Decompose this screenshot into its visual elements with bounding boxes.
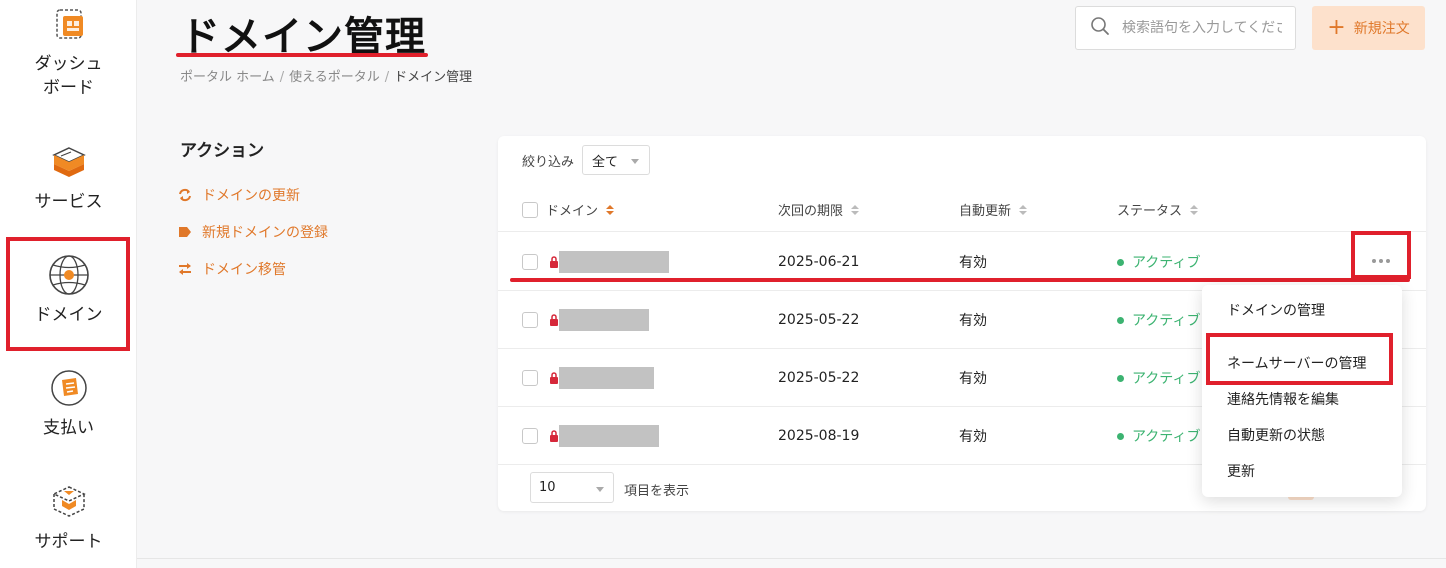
auto-renew-value: 有効 [959, 429, 987, 445]
actions-title: アクション [180, 141, 265, 161]
dashboard-icon [47, 2, 91, 46]
action-renew-domain[interactable]: ドメインの更新 [178, 185, 300, 205]
nav-label: 支払い [43, 418, 94, 438]
lock-icon [550, 314, 558, 326]
status-label: アクティブ [1132, 371, 1201, 387]
auto-renew-value: 有効 [959, 255, 987, 271]
status-badge: アクティブ [1117, 407, 1200, 465]
row-checkbox[interactable] [522, 254, 538, 270]
breadcrumb-home[interactable]: ポータル ホーム [180, 70, 275, 85]
auto-renew-value: 有効 [959, 371, 987, 387]
breadcrumb: ポータル ホーム / 使えるポータル / ドメイン管理 [180, 70, 473, 85]
sort-icon[interactable] [1190, 204, 1199, 215]
column-next-due-wrap: 次回の期限 [778, 200, 860, 219]
action-register-domain[interactable]: 新規ドメインの登録 [178, 222, 328, 242]
table-row[interactable]: 2025-06-21 有効 アクティブ [498, 233, 1426, 291]
status-dot-icon [1117, 432, 1124, 440]
action-transfer-domain[interactable]: ドメイン移管 [178, 259, 286, 279]
column-domain[interactable]: ドメイン [546, 200, 598, 219]
nav-label: サポート [34, 532, 103, 552]
nav-services[interactable]: サービス [0, 140, 137, 214]
status-badge: アクティブ [1117, 291, 1200, 349]
menu-item-renew[interactable]: 更新 [1227, 461, 1255, 481]
next-due-date: 2025-05-22 [778, 370, 860, 386]
lock-icon [550, 372, 558, 384]
action-label: ドメイン移管 [202, 262, 286, 278]
new-order-label: 新規注文 [1353, 21, 1410, 37]
table-header: ドメイン 次回の期限 自動更新 ステータス [498, 188, 1426, 232]
new-order-button[interactable]: + 新規注文 [1312, 6, 1425, 50]
next-due-date: 2025-05-22 [778, 312, 860, 328]
title-underline [176, 53, 428, 57]
highlight-box-domain-nav [6, 237, 130, 351]
sort-icon[interactable] [851, 204, 860, 215]
plus-icon: + [1327, 15, 1346, 40]
select-all-checkbox-wrap: ドメイン [522, 200, 615, 219]
column-next-due[interactable]: 次回の期限 [778, 200, 843, 219]
page-size-select[interactable]: 10 [530, 472, 614, 503]
status-dot-icon [1117, 316, 1124, 324]
refresh-icon [178, 188, 192, 202]
search-icon [1090, 16, 1110, 40]
menu-item-edit-contacts[interactable]: 連絡先情報を編集 [1227, 389, 1339, 409]
nav-billing[interactable]: 支払い [0, 366, 137, 440]
caret-down-icon [631, 159, 639, 164]
row-checkbox[interactable] [522, 428, 538, 444]
column-status[interactable]: ステータス [1117, 200, 1182, 219]
column-auto-renew-wrap: 自動更新 [959, 200, 1028, 219]
search-box[interactable] [1075, 6, 1296, 50]
action-label: ドメインの更新 [202, 188, 300, 204]
auto-renew-value: 有効 [959, 313, 987, 329]
status-dot-icon [1117, 258, 1124, 266]
page-size-label: 項目を表示 [624, 484, 690, 499]
domain-name-redacted[interactable] [559, 367, 654, 389]
lock-icon [550, 430, 558, 442]
action-label: 新規ドメインの登録 [202, 225, 328, 241]
billing-icon [47, 366, 91, 410]
filter-label: 絞り込み [522, 155, 575, 170]
breadcrumb-current: ドメイン管理 [394, 70, 473, 85]
support-box-icon [47, 480, 91, 524]
status-dot-icon [1117, 374, 1124, 382]
status-label: アクティブ [1132, 429, 1201, 445]
status-label: アクティブ [1132, 313, 1201, 329]
select-all-checkbox[interactable] [522, 201, 538, 218]
domain-name-redacted[interactable] [559, 425, 659, 447]
nav-support[interactable]: サポート [0, 480, 137, 554]
nav-label: サービス [34, 192, 103, 212]
search-input[interactable] [1122, 20, 1282, 36]
column-auto-renew[interactable]: 自動更新 [959, 200, 1011, 219]
next-due-date: 2025-06-21 [778, 254, 860, 270]
column-status-wrap: ステータス [1117, 200, 1199, 219]
domain-name-redacted[interactable] [559, 251, 669, 273]
row-checkbox[interactable] [522, 312, 538, 328]
highlight-box-more-button [1351, 231, 1411, 279]
row-actions-dropdown: ドメインの管理 ネームサーバーの管理 連絡先情報を編集 自動更新の状態 更新 [1202, 285, 1402, 497]
lock-icon [550, 256, 558, 268]
nav-label: ダッシュ ボード [34, 54, 103, 98]
breadcrumb-portal[interactable]: 使えるポータル [289, 70, 380, 85]
page-size-value: 10 [539, 480, 556, 495]
menu-item-manage-domain[interactable]: ドメインの管理 [1227, 300, 1325, 320]
sort-icon[interactable] [1019, 204, 1028, 215]
highlight-box-nameservers [1206, 333, 1393, 385]
domain-name-redacted[interactable] [559, 309, 649, 331]
divider [137, 558, 1446, 559]
filter-value: 全て [592, 154, 619, 170]
sort-icon[interactable] [606, 204, 615, 215]
nav-dashboard[interactable]: ダッシュ ボード [0, 2, 137, 100]
next-due-date: 2025-08-19 [778, 428, 860, 444]
row-checkbox[interactable] [522, 370, 538, 386]
filter-select[interactable]: 全て [582, 145, 650, 175]
caret-down-icon [596, 487, 604, 492]
status-label: アクティブ [1132, 255, 1201, 271]
server-box-icon [47, 140, 91, 184]
tag-icon [178, 225, 192, 239]
status-badge: アクティブ [1117, 349, 1200, 407]
transfer-icon [178, 262, 192, 276]
menu-item-auto-renew-status[interactable]: 自動更新の状態 [1227, 425, 1325, 445]
status-badge: アクティブ [1117, 233, 1200, 291]
row-underline [510, 278, 1410, 282]
